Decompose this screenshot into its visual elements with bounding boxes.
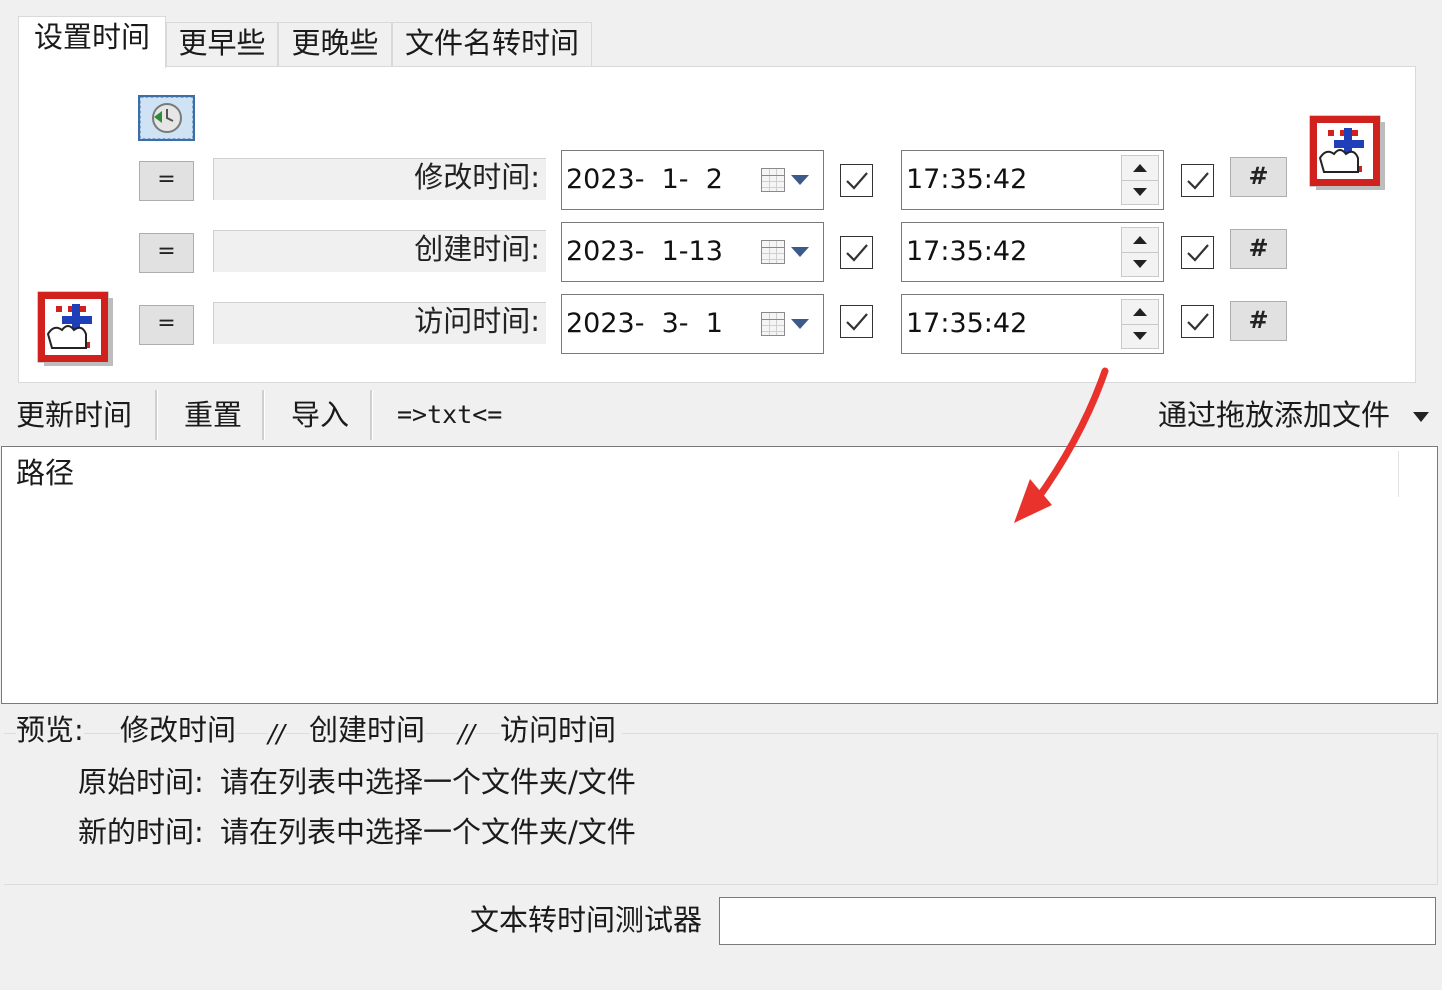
file-list[interactable]: 路径: [1, 446, 1438, 704]
created-date-checkbox[interactable]: [840, 236, 873, 269]
tab-later[interactable]: 更晚些: [278, 22, 392, 66]
tab-filename-to-time[interactable]: 文件名转时间: [392, 22, 592, 66]
check-icon: [1187, 244, 1209, 262]
accessed-hash-button[interactable]: #: [1230, 301, 1287, 341]
check-icon: [846, 244, 868, 262]
check-icon: [846, 313, 868, 331]
toolbar-separator: [155, 390, 158, 440]
text-to-time-tester-label: 文本转时间测试器: [470, 902, 703, 938]
new-time-value: 请在列表中选择一个文件夹/文件: [220, 814, 636, 850]
calendar-icon[interactable]: [761, 168, 785, 192]
check-icon: [846, 172, 868, 190]
column-header-path[interactable]: 路径: [16, 453, 74, 493]
spin-down-icon[interactable]: [1122, 252, 1158, 276]
created-time-value: 17:35:42: [906, 236, 1028, 267]
accessed-time-checkbox[interactable]: [1181, 305, 1214, 338]
toolbar-separator: [262, 390, 265, 440]
drag-hand-icon-right[interactable]: [1306, 112, 1386, 190]
tab-earlier[interactable]: 更早些: [166, 22, 278, 66]
column-header-divider[interactable]: [1398, 451, 1399, 497]
modified-time-label: 修改时间:: [213, 158, 546, 200]
annotation-arrow-icon: [1014, 367, 1109, 523]
accessed-time-label: 访问时间:: [213, 302, 546, 344]
preview-label: 预览:: [16, 712, 84, 748]
accessed-time-field[interactable]: 17:35:42: [901, 294, 1164, 354]
accessed-equals-button[interactable]: =: [139, 305, 194, 345]
spin-up-icon[interactable]: [1122, 300, 1158, 324]
spin-down-icon[interactable]: [1122, 180, 1158, 204]
chevron-down-icon: [1413, 412, 1430, 422]
check-icon: [1187, 172, 1209, 190]
drag-add-files-dropdown[interactable]: 通过拖放添加文件: [1158, 392, 1430, 440]
preview-created-label: 创建时间: [309, 712, 426, 748]
update-time-button[interactable]: 更新时间: [16, 392, 132, 440]
reset-button[interactable]: 重置: [184, 392, 242, 440]
accessed-date-value: 2023- 3- 1: [566, 308, 723, 339]
accessed-time-spinner[interactable]: [1121, 299, 1159, 349]
original-time-value: 请在列表中选择一个文件夹/文件: [220, 764, 636, 800]
chevron-down-icon[interactable]: [791, 247, 809, 257]
clock-apply-icon[interactable]: [138, 95, 195, 141]
accessed-date-checkbox[interactable]: [840, 305, 873, 338]
chevron-down-icon[interactable]: [791, 319, 809, 329]
modified-date-checkbox[interactable]: [840, 164, 873, 197]
txt-export-button[interactable]: =>txt<=: [397, 392, 502, 440]
accessed-time-value: 17:35:42: [906, 308, 1028, 339]
modified-equals-button[interactable]: =: [139, 161, 194, 201]
preview-separator: //: [268, 716, 285, 752]
check-icon: [1187, 313, 1209, 331]
drag-hand-icon-left[interactable]: [34, 288, 114, 366]
spin-up-icon[interactable]: [1122, 228, 1158, 252]
calendar-icon[interactable]: [761, 240, 785, 264]
created-hash-button[interactable]: #: [1230, 229, 1287, 269]
created-date-value: 2023- 1-13: [566, 236, 723, 267]
chevron-down-icon[interactable]: [791, 175, 809, 185]
modified-time-field[interactable]: 17:35:42: [901, 150, 1164, 210]
new-time-label: 新的时间:: [78, 814, 204, 850]
import-button[interactable]: 导入: [291, 392, 349, 440]
preview-accessed-label: 访问时间: [500, 712, 623, 748]
created-time-label: 创建时间:: [213, 230, 546, 272]
modified-date-picker[interactable]: 2023- 1- 2: [561, 150, 824, 210]
created-time-checkbox[interactable]: [1181, 236, 1214, 269]
tab-set-time[interactable]: 设置时间: [18, 16, 166, 68]
created-time-field[interactable]: 17:35:42: [901, 222, 1164, 282]
modified-date-value: 2023- 1- 2: [566, 164, 723, 195]
created-equals-button[interactable]: =: [139, 233, 194, 273]
preview-modified-label: 修改时间: [120, 712, 237, 748]
modified-hash-button[interactable]: #: [1230, 157, 1287, 197]
modified-time-value: 17:35:42: [906, 164, 1028, 195]
modified-time-spinner[interactable]: [1121, 155, 1159, 205]
text-to-time-tester-input[interactable]: [719, 897, 1436, 945]
modified-time-checkbox[interactable]: [1181, 164, 1214, 197]
spin-up-icon[interactable]: [1122, 156, 1158, 180]
preview-separator: //: [458, 716, 475, 752]
accessed-date-picker[interactable]: 2023- 3- 1: [561, 294, 824, 354]
spin-down-icon[interactable]: [1122, 324, 1158, 348]
drag-add-files-label: 通过拖放添加文件: [1158, 398, 1391, 432]
original-time-label: 原始时间:: [78, 764, 204, 800]
created-date-picker[interactable]: 2023- 1-13: [561, 222, 824, 282]
preview-group: [4, 733, 1438, 885]
toolbar-separator: [370, 390, 373, 440]
created-time-spinner[interactable]: [1121, 227, 1159, 277]
calendar-icon[interactable]: [761, 312, 785, 336]
